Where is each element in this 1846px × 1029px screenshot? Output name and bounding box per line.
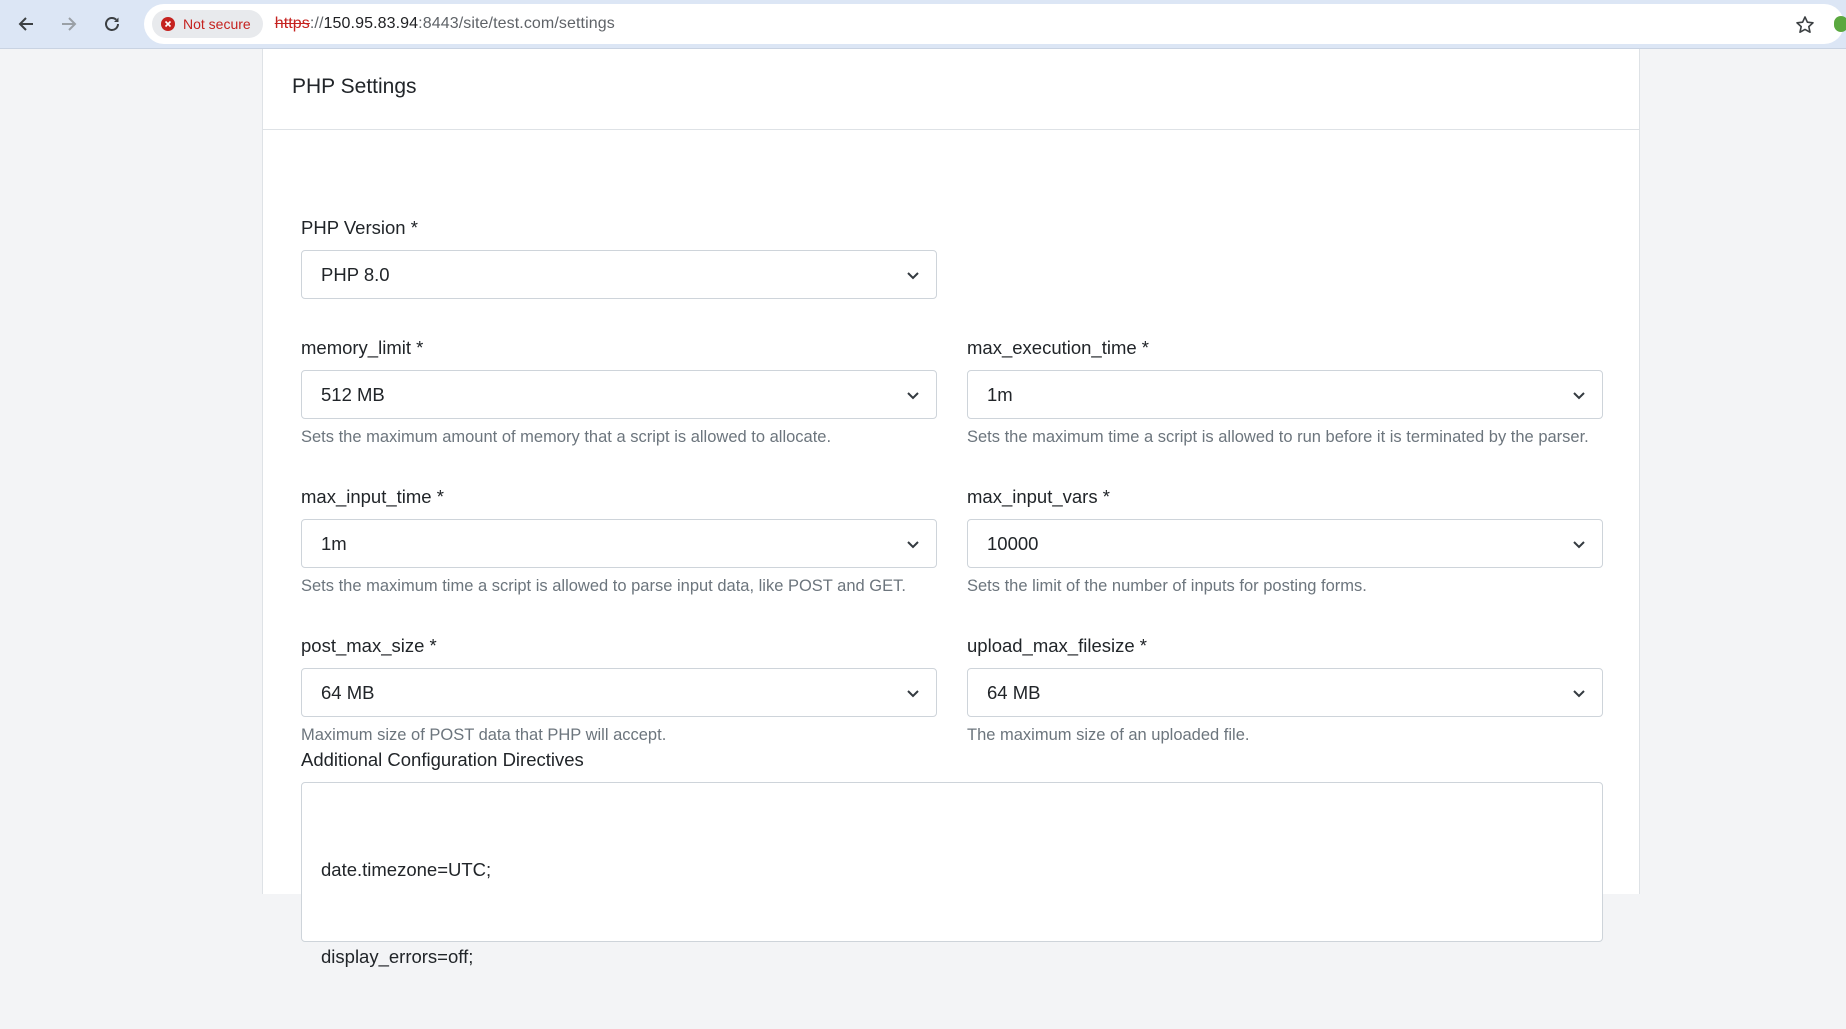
chevron-down-icon: [907, 392, 919, 400]
max-input-vars-label: max_input_vars *: [967, 486, 1110, 507]
max-input-vars-value: 10000: [987, 532, 1039, 554]
security-label: Not secure: [183, 16, 251, 32]
profile-avatar[interactable]: [1834, 16, 1846, 32]
reload-button[interactable]: [97, 9, 127, 39]
chevron-down-icon: [1573, 541, 1585, 549]
address-bar[interactable]: Not secure https://150.95.83.94:8443/sit…: [144, 4, 1846, 44]
max-execution-time-help: Sets the maximum time a script is allowe…: [967, 428, 1589, 446]
star-icon: [1796, 16, 1814, 33]
forward-button[interactable]: [54, 9, 84, 39]
max-execution-time-value: 1m: [987, 383, 1013, 405]
url-protocol: https: [274, 15, 310, 32]
card-header: PHP Settings: [263, 49, 1639, 130]
url-text: https://150.95.83.94:8443/site/test.com/…: [275, 15, 615, 33]
card-title: PHP Settings: [292, 75, 417, 98]
max-execution-time-field: max_execution_time * 1m Sets the maximum…: [967, 336, 1603, 448]
browser-toolbar: Not secure https://150.95.83.94:8443/sit…: [0, 0, 1846, 49]
url-host: 150.95.83.94: [323, 15, 419, 32]
chevron-down-icon: [1573, 392, 1585, 400]
directives-textarea[interactable]: date.timezone=UTC; display_errors=off;: [301, 782, 1603, 967]
upload-max-filesize-value: 64 MB: [987, 681, 1041, 703]
reload-icon: [105, 17, 119, 31]
post-max-size-select[interactable]: 64 MB: [301, 668, 937, 717]
warning-circle-icon: [161, 17, 175, 31]
upload-max-filesize-label: upload_max_filesize *: [967, 635, 1147, 656]
memory-limit-label: memory_limit *: [301, 337, 424, 358]
bookmark-star-button[interactable]: [1794, 14, 1816, 36]
upload-max-filesize-select[interactable]: 64 MB: [967, 668, 1603, 717]
php-settings-card: PHP Settings PHP Version * PHP 8.0 memor…: [262, 49, 1640, 967]
chevron-down-icon: [907, 690, 919, 698]
post-max-size-value: 64 MB: [321, 681, 375, 703]
php-version-label: PHP Version *: [301, 217, 418, 238]
max-input-vars-field: max_input_vars * 10000 Sets the limit of…: [967, 485, 1603, 597]
directives-field: Additional Configuration Directives date…: [301, 748, 1603, 967]
max-input-time-value: 1m: [321, 532, 347, 554]
arrow-right-icon: [62, 17, 77, 31]
chevron-down-icon: [907, 541, 919, 549]
upload-max-filesize-help: The maximum size of an uploaded file.: [967, 726, 1250, 744]
post-max-size-field: post_max_size * 64 MB Maximum size of PO…: [301, 634, 937, 746]
memory-limit-field: memory_limit * 512 MB Sets the maximum a…: [301, 336, 937, 448]
post-max-size-label: post_max_size *: [301, 635, 437, 656]
upload-max-filesize-field: upload_max_filesize * 64 MB The maximum …: [967, 634, 1603, 746]
memory-limit-value: 512 MB: [321, 383, 385, 405]
php-version-value: PHP 8.0: [321, 263, 390, 285]
back-button[interactable]: [11, 9, 41, 39]
directives-label: Additional Configuration Directives: [301, 749, 584, 770]
max-input-time-field: max_input_time * 1m Sets the maximum tim…: [301, 485, 937, 597]
url-separator: ://: [309, 15, 324, 32]
chevron-down-icon: [1573, 690, 1585, 698]
memory-limit-help: Sets the maximum amount of memory that a…: [301, 428, 832, 446]
security-indicator[interactable]: Not secure: [152, 10, 263, 38]
directive-line: display_errors=off;: [321, 946, 474, 967]
chevron-down-icon: [907, 272, 919, 280]
directive-line: date.timezone=UTC;: [321, 859, 492, 880]
php-version-select[interactable]: PHP 8.0: [301, 250, 937, 299]
php-version-field: PHP Version * PHP 8.0: [301, 216, 937, 299]
max-execution-time-label: max_execution_time *: [967, 337, 1150, 358]
max-input-vars-help: Sets the limit of the number of inputs f…: [967, 577, 1367, 595]
max-execution-time-select[interactable]: 1m: [967, 370, 1603, 419]
max-input-time-select[interactable]: 1m: [301, 519, 937, 568]
memory-limit-select[interactable]: 512 MB: [301, 370, 937, 419]
arrow-left-icon: [18, 17, 33, 31]
max-input-time-label: max_input_time *: [301, 486, 444, 507]
max-input-vars-select[interactable]: 10000: [967, 519, 1603, 568]
max-input-time-help: Sets the maximum time a script is allowe…: [301, 577, 906, 595]
url-path: :8443/site/test.com/settings: [418, 15, 615, 32]
post-max-size-help: Maximum size of POST data that PHP will …: [301, 726, 667, 744]
